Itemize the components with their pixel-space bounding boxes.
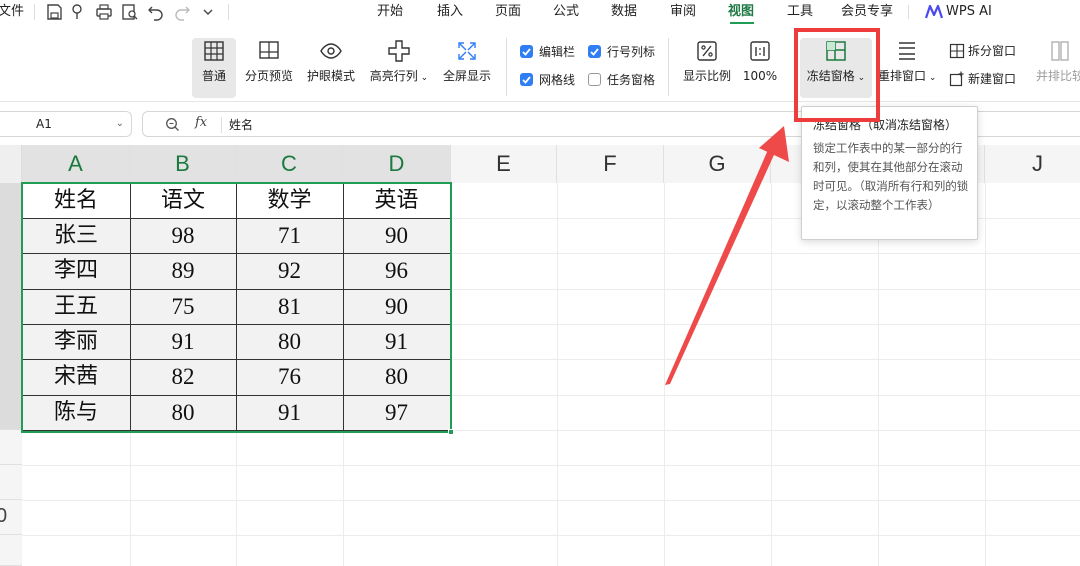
annotation-arrow: [665, 126, 789, 385]
wps-window: 文件 开始 插入 页面 公式 数据 审阅 视图 工具 会员专享 WPS AI 普…: [0, 0, 1080, 566]
